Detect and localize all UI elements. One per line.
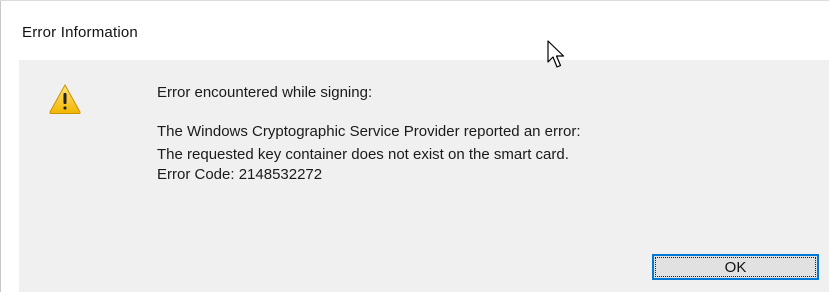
dialog-title-bar[interactable]: Error Information (0, 0, 829, 60)
error-dialog: Error Information Error encountered whil… (0, 0, 829, 292)
error-message-line: The Windows Cryptographic Service Provid… (157, 123, 581, 140)
error-code: Error Code: 2148532272 (157, 166, 323, 183)
error-message-line: The requested key container does not exi… (157, 146, 569, 163)
dialog-title: Error Information (22, 24, 138, 41)
warning-icon (49, 83, 81, 114)
error-heading: Error encountered while signing: (157, 84, 373, 101)
dialog-top-border (0, 0, 829, 1)
dialog-left-border (0, 0, 1, 292)
mouse-pointer-icon (547, 40, 565, 68)
ok-button[interactable]: OK (652, 254, 819, 280)
